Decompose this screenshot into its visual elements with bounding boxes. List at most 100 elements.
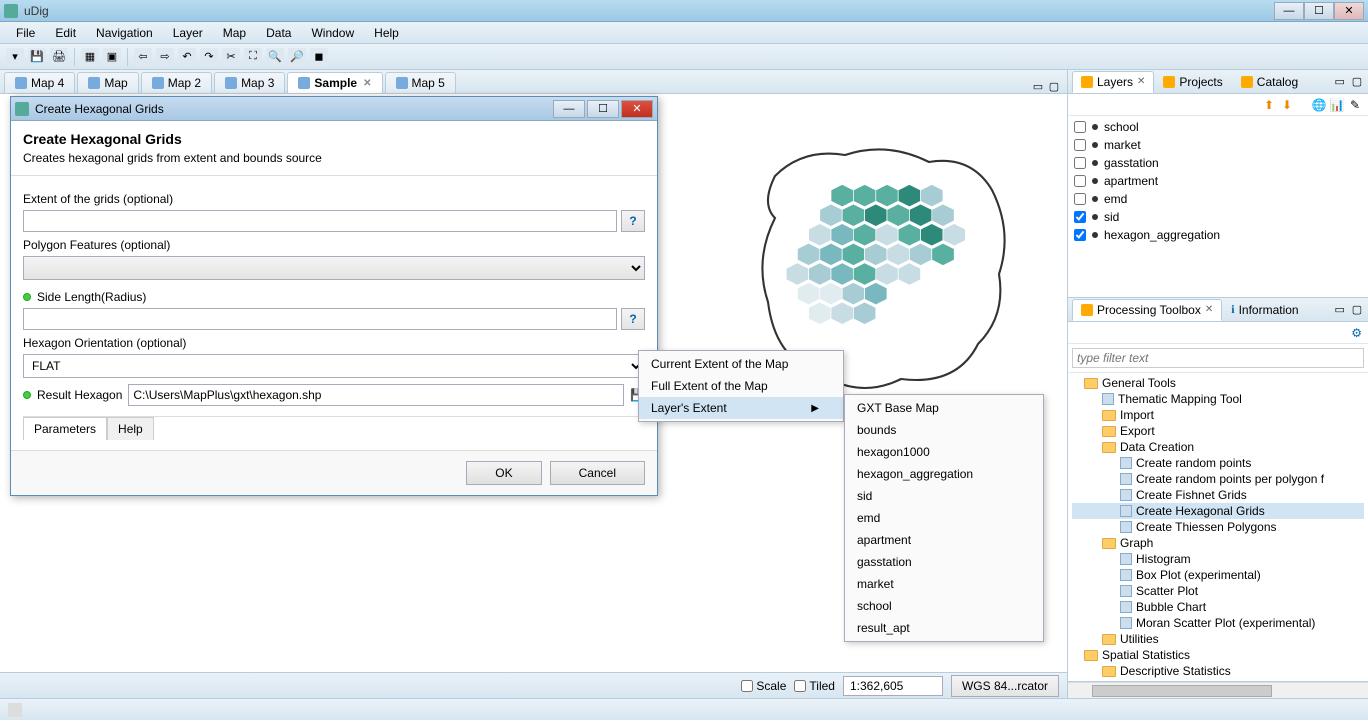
close-button[interactable]: ✕ <box>1334 2 1364 20</box>
context-menu-item[interactable]: bounds <box>845 419 1043 441</box>
tree-tool[interactable]: Create Hexagonal Grids <box>1072 503 1364 519</box>
tree-folder[interactable]: Export <box>1072 423 1364 439</box>
tree-tool[interactable]: Histogram <box>1072 551 1364 567</box>
print-icon[interactable]: 🖨 <box>50 48 68 66</box>
tree-folder[interactable]: General Tools <box>1072 375 1364 391</box>
tree-tool[interactable]: Scatter Plot <box>1072 583 1364 599</box>
ok-button[interactable]: OK <box>466 461 541 485</box>
tree-folder[interactable]: Import <box>1072 407 1364 423</box>
tree-tool[interactable]: Bubble Chart <box>1072 599 1364 615</box>
sidelen-input[interactable] <box>23 308 617 330</box>
map-tab[interactable]: Map 2 <box>141 72 212 93</box>
minimize-button[interactable]: — <box>1274 2 1304 20</box>
tree-folder[interactable]: Graph <box>1072 535 1364 551</box>
forward-icon[interactable]: ⇨ <box>156 48 174 66</box>
panel-tab[interactable]: Processing Toolbox ✕ <box>1072 299 1222 321</box>
layer-row[interactable]: hexagon_aggregation <box>1072 226 1364 244</box>
stop-icon[interactable]: ◼ <box>310 48 328 66</box>
dialog-minimize-button[interactable]: — <box>553 100 585 118</box>
menu-edit[interactable]: Edit <box>45 24 86 42</box>
context-menu-item[interactable]: Full Extent of the Map <box>639 375 843 397</box>
sidelen-help-button[interactable]: ? <box>621 308 645 330</box>
scale-combo[interactable]: 1:362,605 <box>843 676 943 696</box>
tab-help[interactable]: Help <box>107 417 154 440</box>
tree-tool[interactable]: Thematic Mapping Tool <box>1072 391 1364 407</box>
minimize-panel-icon[interactable]: ▭ <box>1333 75 1347 89</box>
layer-checkbox[interactable] <box>1074 193 1086 205</box>
panel-tab-layers[interactable]: Layers ✕ <box>1072 71 1154 93</box>
context-menu-item[interactable]: gasstation <box>845 551 1043 573</box>
down-icon[interactable]: ⬇ <box>1280 98 1294 112</box>
edit-icon[interactable]: ✎ <box>1348 98 1362 112</box>
undo-icon[interactable]: ↶ <box>178 48 196 66</box>
layer-checkbox[interactable] <box>1074 139 1086 151</box>
dialog-maximize-button[interactable]: ☐ <box>587 100 619 118</box>
new-icon[interactable]: ▾ <box>6 48 24 66</box>
tiled-checkbox[interactable]: Tiled <box>794 679 835 693</box>
tree-folder[interactable]: Data Creation <box>1072 439 1364 455</box>
layout-icon[interactable]: ▣ <box>103 48 121 66</box>
tree-tool[interactable]: Box Plot (experimental) <box>1072 567 1364 583</box>
gear-icon[interactable]: ⚙ <box>1351 326 1362 340</box>
context-menu-item[interactable]: result_apt <box>845 617 1043 639</box>
tree-tool[interactable]: Create random points <box>1072 455 1364 471</box>
redo-icon[interactable]: ↷ <box>200 48 218 66</box>
horizontal-scrollbar[interactable] <box>1068 682 1368 698</box>
zoomin-icon[interactable]: 🔍 <box>266 48 284 66</box>
context-menu-item[interactable]: apartment <box>845 529 1043 551</box>
close-icon[interactable]: ✕ <box>363 78 371 89</box>
tab-parameters[interactable]: Parameters <box>23 417 107 440</box>
layer-row[interactable]: sid <box>1072 208 1364 226</box>
minimize-panel-icon[interactable]: ▭ <box>1333 303 1347 317</box>
save-icon[interactable]: 💾 <box>28 48 46 66</box>
filter-input[interactable] <box>1072 348 1364 368</box>
layer-checkbox[interactable] <box>1074 211 1086 223</box>
tree-folder[interactable]: Utilities <box>1072 631 1364 647</box>
dialog-titlebar[interactable]: Create Hexagonal Grids — ☐ ✕ <box>11 97 657 121</box>
chart-icon[interactable]: 📊 <box>1330 98 1344 112</box>
map-tab[interactable]: Map 4 <box>4 72 75 93</box>
polygon-select[interactable] <box>23 256 645 280</box>
layer-row[interactable]: market <box>1072 136 1364 154</box>
context-menu-item[interactable]: GXT Base Map <box>845 397 1043 419</box>
layer-row[interactable]: emd <box>1072 190 1364 208</box>
panel-tab-projects[interactable]: Projects <box>1154 71 1231 93</box>
tree-tool[interactable]: Create Fishnet Grids <box>1072 487 1364 503</box>
context-menu-item[interactable]: hexagon1000 <box>845 441 1043 463</box>
scale-checkbox[interactable]: Scale <box>741 679 786 693</box>
layer-checkbox[interactable] <box>1074 157 1086 169</box>
layer-row[interactable]: apartment <box>1072 172 1364 190</box>
menu-map[interactable]: Map <box>213 24 256 42</box>
layer-row[interactable]: gasstation <box>1072 154 1364 172</box>
menu-help[interactable]: Help <box>364 24 409 42</box>
close-icon[interactable]: ✕ <box>1137 76 1145 87</box>
tree-folder[interactable]: Spatial Statistics <box>1072 647 1364 663</box>
layer-checkbox[interactable] <box>1074 175 1086 187</box>
up-icon[interactable]: ⬆ <box>1262 98 1276 112</box>
minimize-view-icon[interactable]: ▭ <box>1031 79 1045 93</box>
maximize-panel-icon[interactable]: ▢ <box>1350 303 1364 317</box>
map-tab[interactable]: Map <box>77 72 138 93</box>
layer-row[interactable]: school <box>1072 118 1364 136</box>
result-input[interactable] <box>128 384 624 406</box>
maximize-button[interactable]: ☐ <box>1304 2 1334 20</box>
menu-file[interactable]: File <box>6 24 45 42</box>
extent-icon[interactable]: ⛶ <box>244 48 262 66</box>
menu-window[interactable]: Window <box>301 24 364 42</box>
layer-checkbox[interactable] <box>1074 229 1086 241</box>
extent-picker-button[interactable]: ? <box>621 210 645 232</box>
maximize-panel-icon[interactable]: ▢ <box>1350 75 1364 89</box>
panel-tab-catalog[interactable]: Catalog <box>1232 71 1307 93</box>
context-menu-item[interactable]: hexagon_aggregation <box>845 463 1043 485</box>
map-tab[interactable]: Map 5 <box>385 72 456 93</box>
menu-layer[interactable]: Layer <box>163 24 213 42</box>
dialog-close-button[interactable]: ✕ <box>621 100 653 118</box>
zoomout-icon[interactable]: 🔎 <box>288 48 306 66</box>
cut-icon[interactable]: ✂ <box>222 48 240 66</box>
context-menu-item[interactable]: emd <box>845 507 1043 529</box>
tree-folder[interactable]: Descriptive Statistics <box>1072 663 1364 679</box>
back-icon[interactable]: ⇦ <box>134 48 152 66</box>
context-menu-item[interactable]: Current Extent of the Map <box>639 353 843 375</box>
menu-data[interactable]: Data <box>256 24 301 42</box>
context-menu-item[interactable]: Layer's Extent▶ <box>639 397 843 419</box>
